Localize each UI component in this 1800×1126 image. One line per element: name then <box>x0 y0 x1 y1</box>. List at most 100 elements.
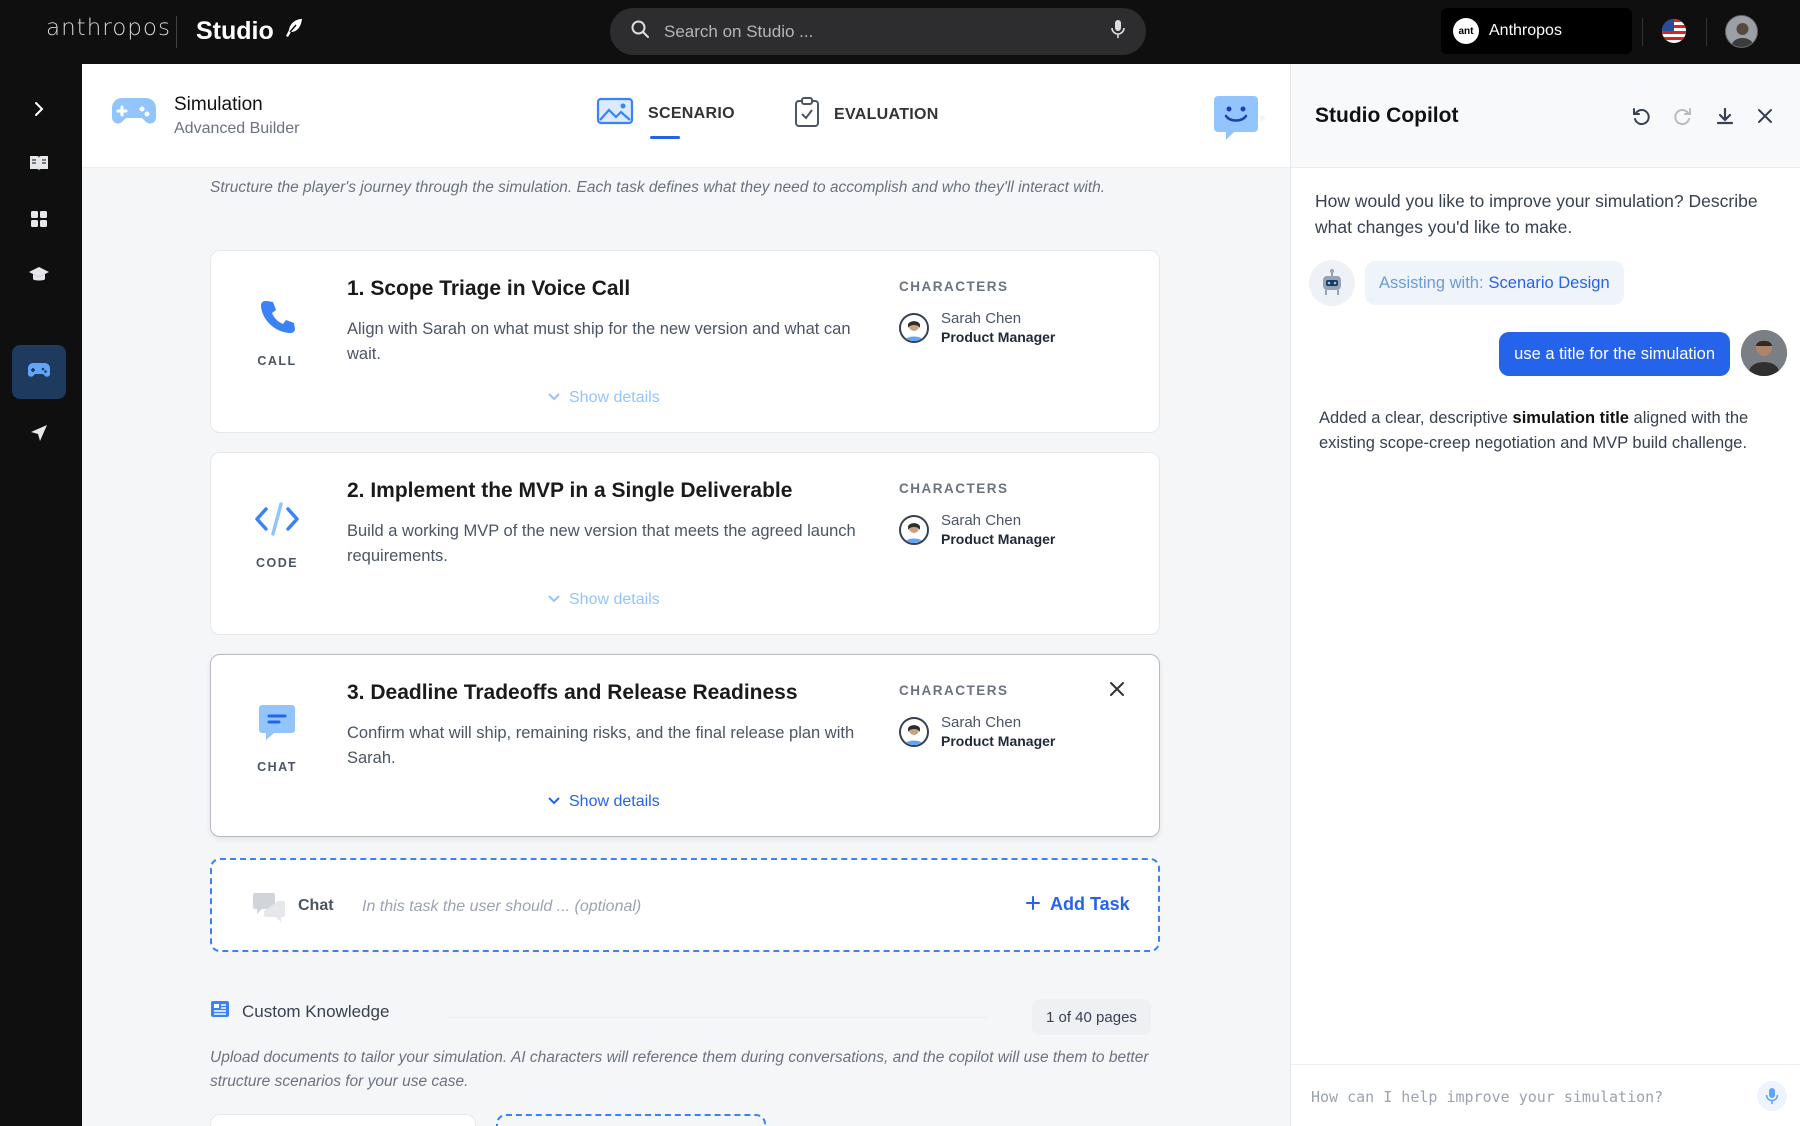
left-rail <box>0 64 82 1126</box>
characters-label: CHARACTERS <box>899 481 1009 496</box>
search-input[interactable] <box>664 21 1110 42</box>
character-name: Sarah Chen <box>941 714 1022 731</box>
character-avatar <box>899 716 929 747</box>
character-entry[interactable]: Sarah Chen Product Manager <box>899 714 1055 749</box>
plus-icon <box>1026 894 1040 915</box>
task-card[interactable]: CHAT 3. Deadline Tradeoffs and Release R… <box>210 654 1160 837</box>
show-details-button[interactable]: Show details <box>547 793 660 811</box>
character-name: Sarah Chen <box>941 310 1022 327</box>
close-icon[interactable] <box>1753 104 1777 128</box>
task-type: CALL <box>211 297 343 368</box>
studio-brand[interactable]: Studio <box>196 16 306 47</box>
character-entry[interactable]: Sarah Chen Product Manager <box>899 512 1055 547</box>
show-details-button[interactable]: Show details <box>547 591 660 609</box>
mic-icon[interactable] <box>1110 19 1126 44</box>
user-avatar[interactable] <box>1725 15 1758 48</box>
rail-item-learning[interactable] <box>12 250 66 304</box>
document-icon <box>210 1000 230 1023</box>
copilot-input[interactable] <box>1311 1083 1731 1111</box>
chevron-down-icon <box>547 793 561 811</box>
task-type-label: CALL <box>257 354 297 368</box>
org-name: Anthropos <box>1489 22 1562 39</box>
new-task-input[interactable] <box>362 890 922 924</box>
task-characters: CHARACTERS Sarah Chen Product Manager <box>899 481 1055 547</box>
studio-label: Studio <box>196 17 274 45</box>
show-details-label: Show details <box>569 389 660 406</box>
active-tab-indicator <box>650 136 680 139</box>
brand-divider <box>176 16 177 48</box>
close-icon[interactable] <box>1109 681 1125 702</box>
rail-item-send[interactable] <box>12 408 66 462</box>
tab-scenario[interactable]: SCENARIO <box>596 96 735 131</box>
assist-context: Assisting with: Scenario Design <box>1309 260 1624 306</box>
undo-icon[interactable] <box>1629 104 1653 128</box>
mic-icon[interactable] <box>1757 1081 1787 1111</box>
us-flag-icon[interactable] <box>1662 19 1686 43</box>
tab-evaluation[interactable]: EVALUATION <box>794 96 939 133</box>
characters-label: CHARACTERS <box>899 279 1009 294</box>
anthropos-logo[interactable]: anthropos <box>46 15 171 41</box>
expand-rail-button[interactable] <box>12 84 66 138</box>
graduation-cap-icon <box>28 266 50 289</box>
task-type-select[interactable]: Chat <box>298 897 334 915</box>
character-role: Product Manager <box>941 733 1056 749</box>
character-avatar <box>899 312 929 343</box>
assist-prefix: Assisting with: <box>1379 273 1484 292</box>
rail-item-dashboard[interactable] <box>12 194 66 248</box>
task-type: CODE <box>211 499 343 570</box>
section-divider <box>448 1017 988 1018</box>
org-switcher[interactable]: ant Anthropos <box>1441 8 1632 54</box>
clipboard-check-icon <box>794 96 820 133</box>
code-icon <box>254 502 300 543</box>
rail-item-simulations[interactable] <box>12 345 66 399</box>
task-title: 3. Deadline Tradeoffs and Release Readin… <box>347 681 798 704</box>
show-details-label: Show details <box>569 793 660 810</box>
topbar-divider <box>1706 18 1707 46</box>
simulation-title: Simulation <box>174 94 263 115</box>
show-details-label: Show details <box>569 591 660 608</box>
copilot-input-bar <box>1291 1064 1800 1126</box>
chat-bubbles-icon[interactable] <box>252 890 286 929</box>
org-logo: ant <box>1453 18 1479 44</box>
search-bar[interactable] <box>610 8 1146 55</box>
add-task-button[interactable]: Add Task <box>1026 894 1130 915</box>
character-name: Sarah Chen <box>941 512 1022 529</box>
assist-badge: Assisting with: Scenario Design <box>1365 261 1624 305</box>
character-avatar <box>899 514 929 545</box>
task-title: 2. Implement the MVP in a Single Deliver… <box>347 479 793 502</box>
show-details-button[interactable]: Show details <box>547 389 660 407</box>
grid-icon <box>30 210 48 233</box>
user-message: use a title for the simulation <box>1499 332 1730 376</box>
redo-icon[interactable] <box>1671 104 1695 128</box>
chevron-right-icon <box>30 100 48 123</box>
user-message-avatar <box>1741 330 1787 376</box>
character-role: Product Manager <box>941 329 1056 345</box>
chevron-down-icon <box>547 591 561 609</box>
copilot-header: Studio Copilot <box>1291 64 1800 168</box>
simulation-subtitle: Advanced Builder <box>174 120 300 137</box>
builder-header: Simulation Advanced Builder SCENARIO EVA… <box>82 64 1290 168</box>
copilot-toggle-button[interactable] <box>1212 94 1268 147</box>
character-entry[interactable]: Sarah Chen Product Manager <box>899 310 1055 345</box>
tab-evaluation-label: EVALUATION <box>834 105 939 123</box>
add-task-row: Chat Add Task <box>210 858 1160 952</box>
knowledge-document-card[interactable] <box>210 1114 476 1126</box>
reply-highlight: simulation title <box>1512 409 1629 427</box>
copilot-panel: Studio Copilot How would you like to imp… <box>1290 64 1800 1126</box>
chat-icon <box>256 705 298 747</box>
gamepad-icon <box>110 92 158 137</box>
character-role: Product Manager <box>941 531 1056 547</box>
task-characters: CHARACTERS Sarah Chen Product Manager <box>899 279 1055 345</box>
task-card[interactable]: CODE 2. Implement the MVP in a Single De… <box>210 452 1160 635</box>
top-bar: anthropos Studio ant Anthropos <box>0 0 1800 64</box>
scenario-content: Structure the player's journey through t… <box>82 168 1290 1126</box>
landscape-image-icon <box>596 96 634 131</box>
upload-dropzone[interactable] <box>496 1114 766 1126</box>
feather-icon <box>282 16 306 47</box>
tab-scenario-label: SCENARIO <box>648 104 735 122</box>
task-description: Build a working MVP of the new version t… <box>347 522 856 565</box>
task-type: CHAT <box>211 701 343 774</box>
download-icon[interactable] <box>1713 104 1737 128</box>
rail-item-library[interactable] <box>12 138 66 192</box>
task-card[interactable]: CALL 1. Scope Triage in Voice Call Align… <box>210 250 1160 433</box>
